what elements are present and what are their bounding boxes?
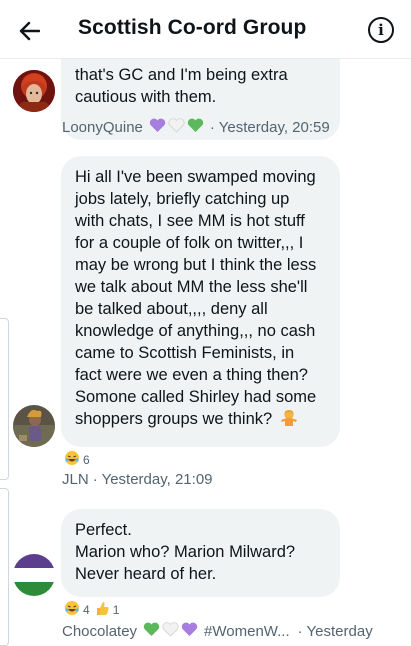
message-line: shoppers groups we think? <box>75 410 273 428</box>
arrow-left-icon <box>19 21 40 41</box>
message-time: · Yesterday, 21:09 <box>92 471 213 488</box>
message-meta: LoonyQuine · Yesterday, 20:59 <box>62 118 330 137</box>
info-button[interactable]: i <box>368 17 394 43</box>
reaction-count: 6 <box>83 452 90 467</box>
person-shrugging-emoji-icon <box>280 410 297 426</box>
chat-header: Scottish Co-ord Group i <box>0 0 411 59</box>
message-line-with-emoji: shoppers groups we think? <box>75 408 326 430</box>
message-line: Perfect. <box>75 521 132 539</box>
reaction-summary[interactable]: 4 1 <box>64 600 119 619</box>
green-heart-icon <box>187 118 204 137</box>
message-line: that's GC and I'm being extra <box>75 66 288 84</box>
reaction-summary[interactable]: 6 <box>64 450 90 469</box>
message-line: for a couple of folk on twitter,,, I <box>75 234 304 252</box>
avatar-image <box>13 405 55 447</box>
scroll-edge-marker <box>0 488 9 646</box>
message-line: fact were we even a thing then? <box>75 366 308 384</box>
avatar-flag-image <box>13 554 55 596</box>
avatar[interactable] <box>13 70 55 112</box>
message-line: jobs lately, briefly catching up <box>75 190 290 208</box>
message-bubble[interactable]: Perfect. Marion who? Marion Milward? Nev… <box>61 509 340 597</box>
hashtag-link[interactable]: #WomenW... <box>204 623 290 640</box>
message-line: knowledge of anything,,, no cash <box>75 322 316 340</box>
sender-name[interactable]: LoonyQuine <box>62 119 143 136</box>
sender-name[interactable]: JLN <box>62 471 89 488</box>
avatar[interactable] <box>13 554 55 596</box>
reaction-count: 4 <box>83 602 90 617</box>
back-button[interactable] <box>14 16 44 46</box>
thumbs-up-emoji-icon <box>95 601 110 619</box>
white-heart-icon <box>162 622 179 641</box>
purple-heart-icon <box>149 118 166 137</box>
message-line: cautious with them. <box>75 88 217 106</box>
message-meta: JLN · Yesterday, 21:09 <box>62 471 213 488</box>
message-line: with chats, I see MM is hot stuff <box>75 212 305 230</box>
message-line: Somone called Shirley had some <box>75 388 317 406</box>
message-line: we talk about MM the less she'll <box>75 278 308 296</box>
avatar-image <box>13 70 55 112</box>
purple-heart-icon <box>181 622 198 641</box>
white-heart-icon <box>168 118 185 137</box>
message-line: may be wrong but I think the less <box>75 256 317 274</box>
scroll-edge-marker <box>0 318 9 480</box>
message-line: Hi all I've been swamped moving <box>75 168 316 186</box>
message-line: came to Scottish Feminists, in <box>75 344 295 362</box>
message-time: · Yesterday <box>297 623 373 640</box>
laughing-emoji-icon <box>64 450 80 469</box>
message-line: Never heard of her. <box>75 565 217 583</box>
reaction-count: 1 <box>112 602 120 617</box>
message-bubble[interactable]: Hi all I've been swamped moving jobs lat… <box>61 156 340 447</box>
message-line: Marion who? Marion Milward? <box>75 543 296 561</box>
avatar[interactable] <box>13 405 55 447</box>
message-line: be talked about,,,, deny all <box>75 300 268 318</box>
info-icon: i <box>378 21 384 39</box>
message-meta: Chocolatey #WomenW... · Yesterday <box>62 622 373 641</box>
message-time: · Yesterday, 20:59 <box>209 119 330 136</box>
sender-name[interactable]: Chocolatey <box>62 623 137 640</box>
laughing-emoji-icon <box>64 600 80 619</box>
conversation-title[interactable]: Scottish Co-ord Group <box>78 16 306 40</box>
green-heart-icon <box>143 622 160 641</box>
